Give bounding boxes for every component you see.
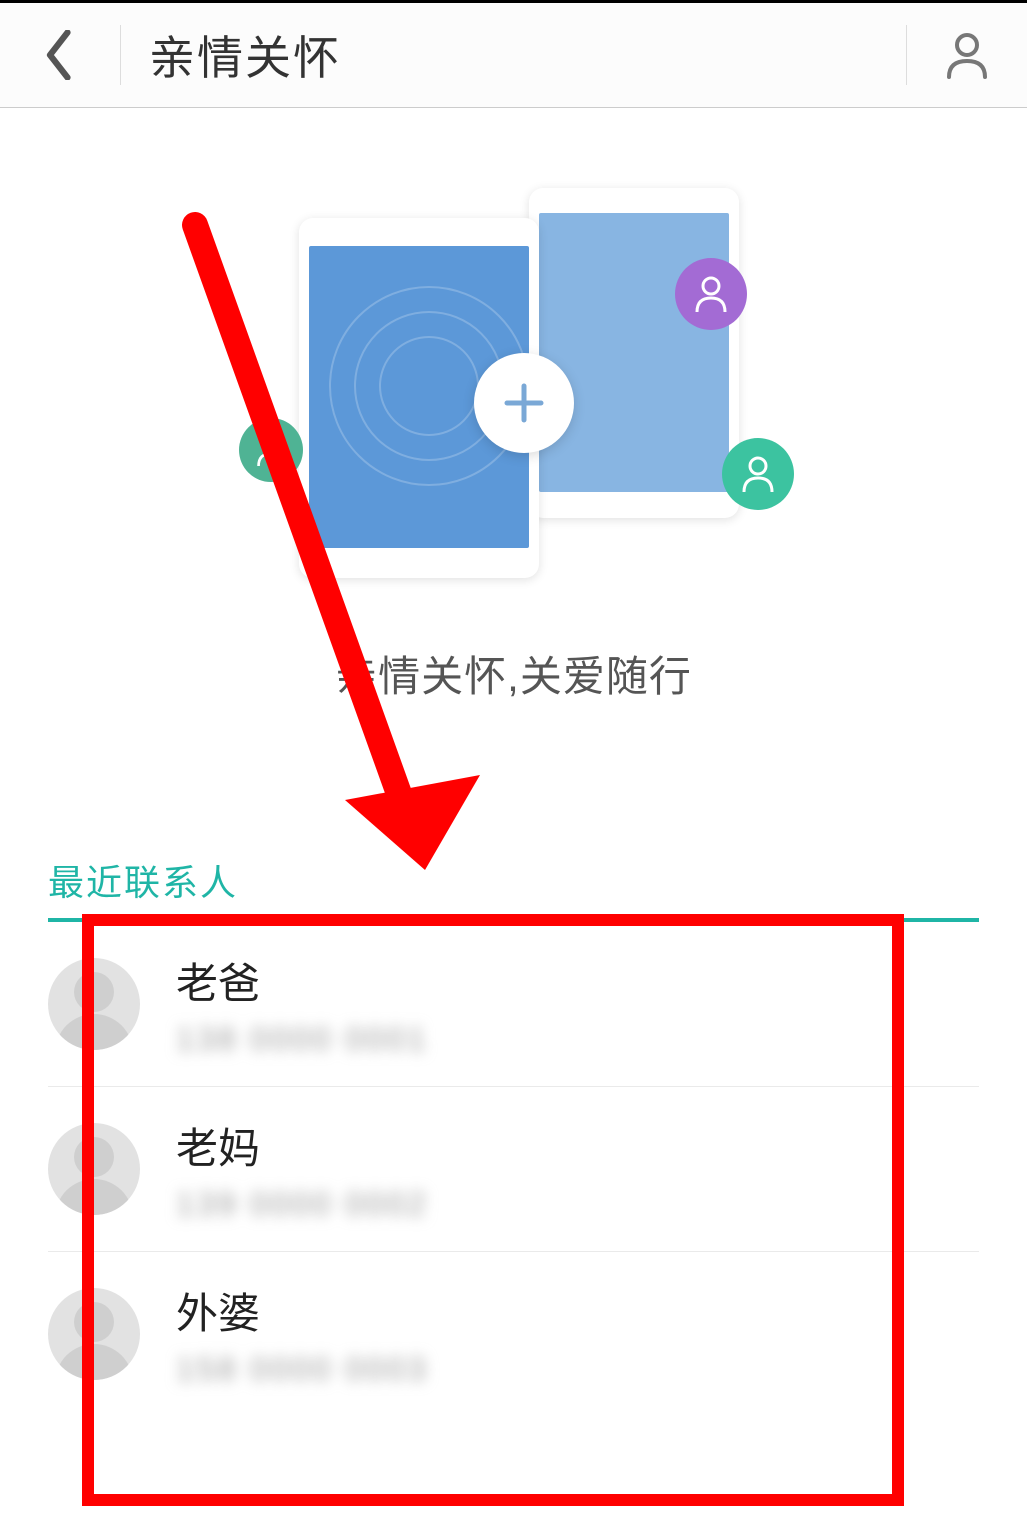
- profile-button[interactable]: [907, 3, 1027, 107]
- contact-item[interactable]: 外婆 158 0000 0003: [48, 1252, 979, 1416]
- page-title: 亲情关怀: [121, 22, 906, 88]
- contact-phone: 139 0000 0002: [176, 1186, 979, 1223]
- contact-name: 外婆: [176, 1280, 979, 1341]
- back-button[interactable]: [0, 3, 120, 107]
- hero-illustration: [0, 188, 1027, 588]
- hero-tagline: 亲情关怀,关爱随行: [0, 643, 1027, 704]
- avatar-badge-teal: [239, 418, 303, 482]
- contact-name: 老爸: [176, 950, 979, 1011]
- app-header: 亲情关怀: [0, 3, 1027, 108]
- phone-illustration-right: [529, 188, 739, 518]
- avatar-icon: [48, 1288, 140, 1380]
- avatar-icon: [48, 958, 140, 1050]
- contact-name: 老妈: [176, 1115, 979, 1176]
- recent-contacts-section: 最近联系人 老爸 138 0000 0001 老妈 139 0000 0002 …: [0, 854, 1027, 1416]
- contact-item[interactable]: 老妈 139 0000 0002: [48, 1087, 979, 1252]
- avatar-badge-purple: [675, 258, 747, 330]
- chevron-left-icon: [43, 30, 77, 80]
- section-title: 最近联系人: [48, 854, 979, 922]
- person-icon: [945, 31, 989, 79]
- person-icon: [693, 274, 729, 314]
- plus-icon: [501, 380, 547, 426]
- add-button[interactable]: [474, 353, 574, 453]
- person-icon: [740, 454, 776, 494]
- contact-phone: 158 0000 0003: [176, 1351, 979, 1388]
- avatar-icon: [48, 1123, 140, 1215]
- avatar-badge-green: [722, 438, 794, 510]
- contact-item[interactable]: 老爸 138 0000 0001: [48, 922, 979, 1087]
- contact-phone: 138 0000 0001: [176, 1021, 979, 1058]
- person-icon: [255, 432, 287, 468]
